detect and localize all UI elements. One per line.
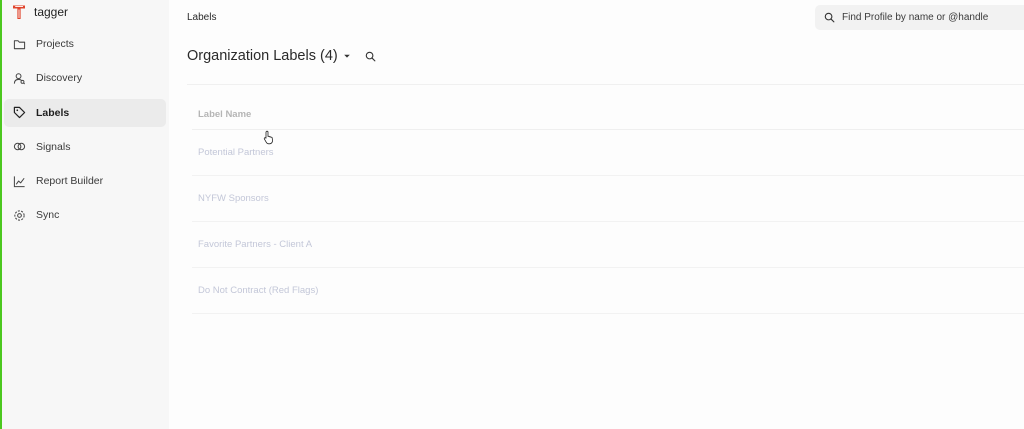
- sidebar-item-label: Discovery: [36, 72, 83, 85]
- signals-icon: [13, 140, 26, 153]
- table-row[interactable]: Potential Partners: [192, 130, 1024, 176]
- folder-icon: [13, 38, 26, 51]
- line-chart-icon: [13, 175, 26, 188]
- sidebar: tagger Projects Discovery Labels Signals: [2, 0, 169, 429]
- page-title: Organization Labels (4): [187, 48, 338, 64]
- sidebar-item-signals[interactable]: Signals: [4, 133, 166, 161]
- table-row[interactable]: Do Not Contract (Red Flags): [192, 268, 1024, 314]
- sidebar-item-report-builder[interactable]: Report Builder: [4, 167, 166, 195]
- tagger-logo-icon: [13, 5, 25, 19]
- profile-search-box[interactable]: [815, 5, 1024, 30]
- search-icon[interactable]: [365, 50, 377, 62]
- sidebar-item-label: Report Builder: [36, 175, 104, 188]
- divider: [187, 84, 1024, 85]
- brand[interactable]: tagger: [12, 3, 68, 21]
- sidebar-item-label: Labels: [36, 106, 70, 119]
- column-header-label-name[interactable]: Label Name: [192, 100, 1024, 130]
- labels-table: Label Name Potential Partners NYFW Spons…: [192, 100, 1024, 314]
- sidebar-item-projects[interactable]: Projects: [4, 30, 166, 58]
- user-search-icon: [13, 72, 26, 85]
- table-row[interactable]: NYFW Sponsors: [192, 176, 1024, 222]
- brand-name: tagger: [34, 5, 69, 19]
- sidebar-item-label: Signals: [36, 140, 71, 153]
- table-row[interactable]: Favorite Partners - Client A: [192, 222, 1024, 268]
- profile-search-input[interactable]: [842, 12, 1022, 23]
- sidebar-item-sync[interactable]: Sync: [4, 201, 166, 229]
- sidebar-item-label: Projects: [36, 38, 74, 50]
- sidebar-item-labels[interactable]: Labels: [4, 98, 166, 127]
- page-title-row: Organization Labels (4): [187, 46, 377, 66]
- sidebar-item-discovery[interactable]: Discovery: [4, 64, 166, 92]
- hand-cursor-icon: [263, 130, 273, 145]
- breadcrumb[interactable]: Labels: [187, 12, 216, 23]
- sync-icon: [13, 209, 26, 222]
- sidebar-nav: Projects Discovery Labels Signals Report…: [4, 30, 166, 236]
- search-icon: [824, 12, 835, 23]
- tag-icon: [13, 106, 26, 119]
- main-content: Labels Organization Labels (4) Label Nam…: [169, 0, 1024, 429]
- sidebar-item-label: Sync: [36, 209, 60, 222]
- chevron-down-icon[interactable]: [343, 52, 351, 60]
